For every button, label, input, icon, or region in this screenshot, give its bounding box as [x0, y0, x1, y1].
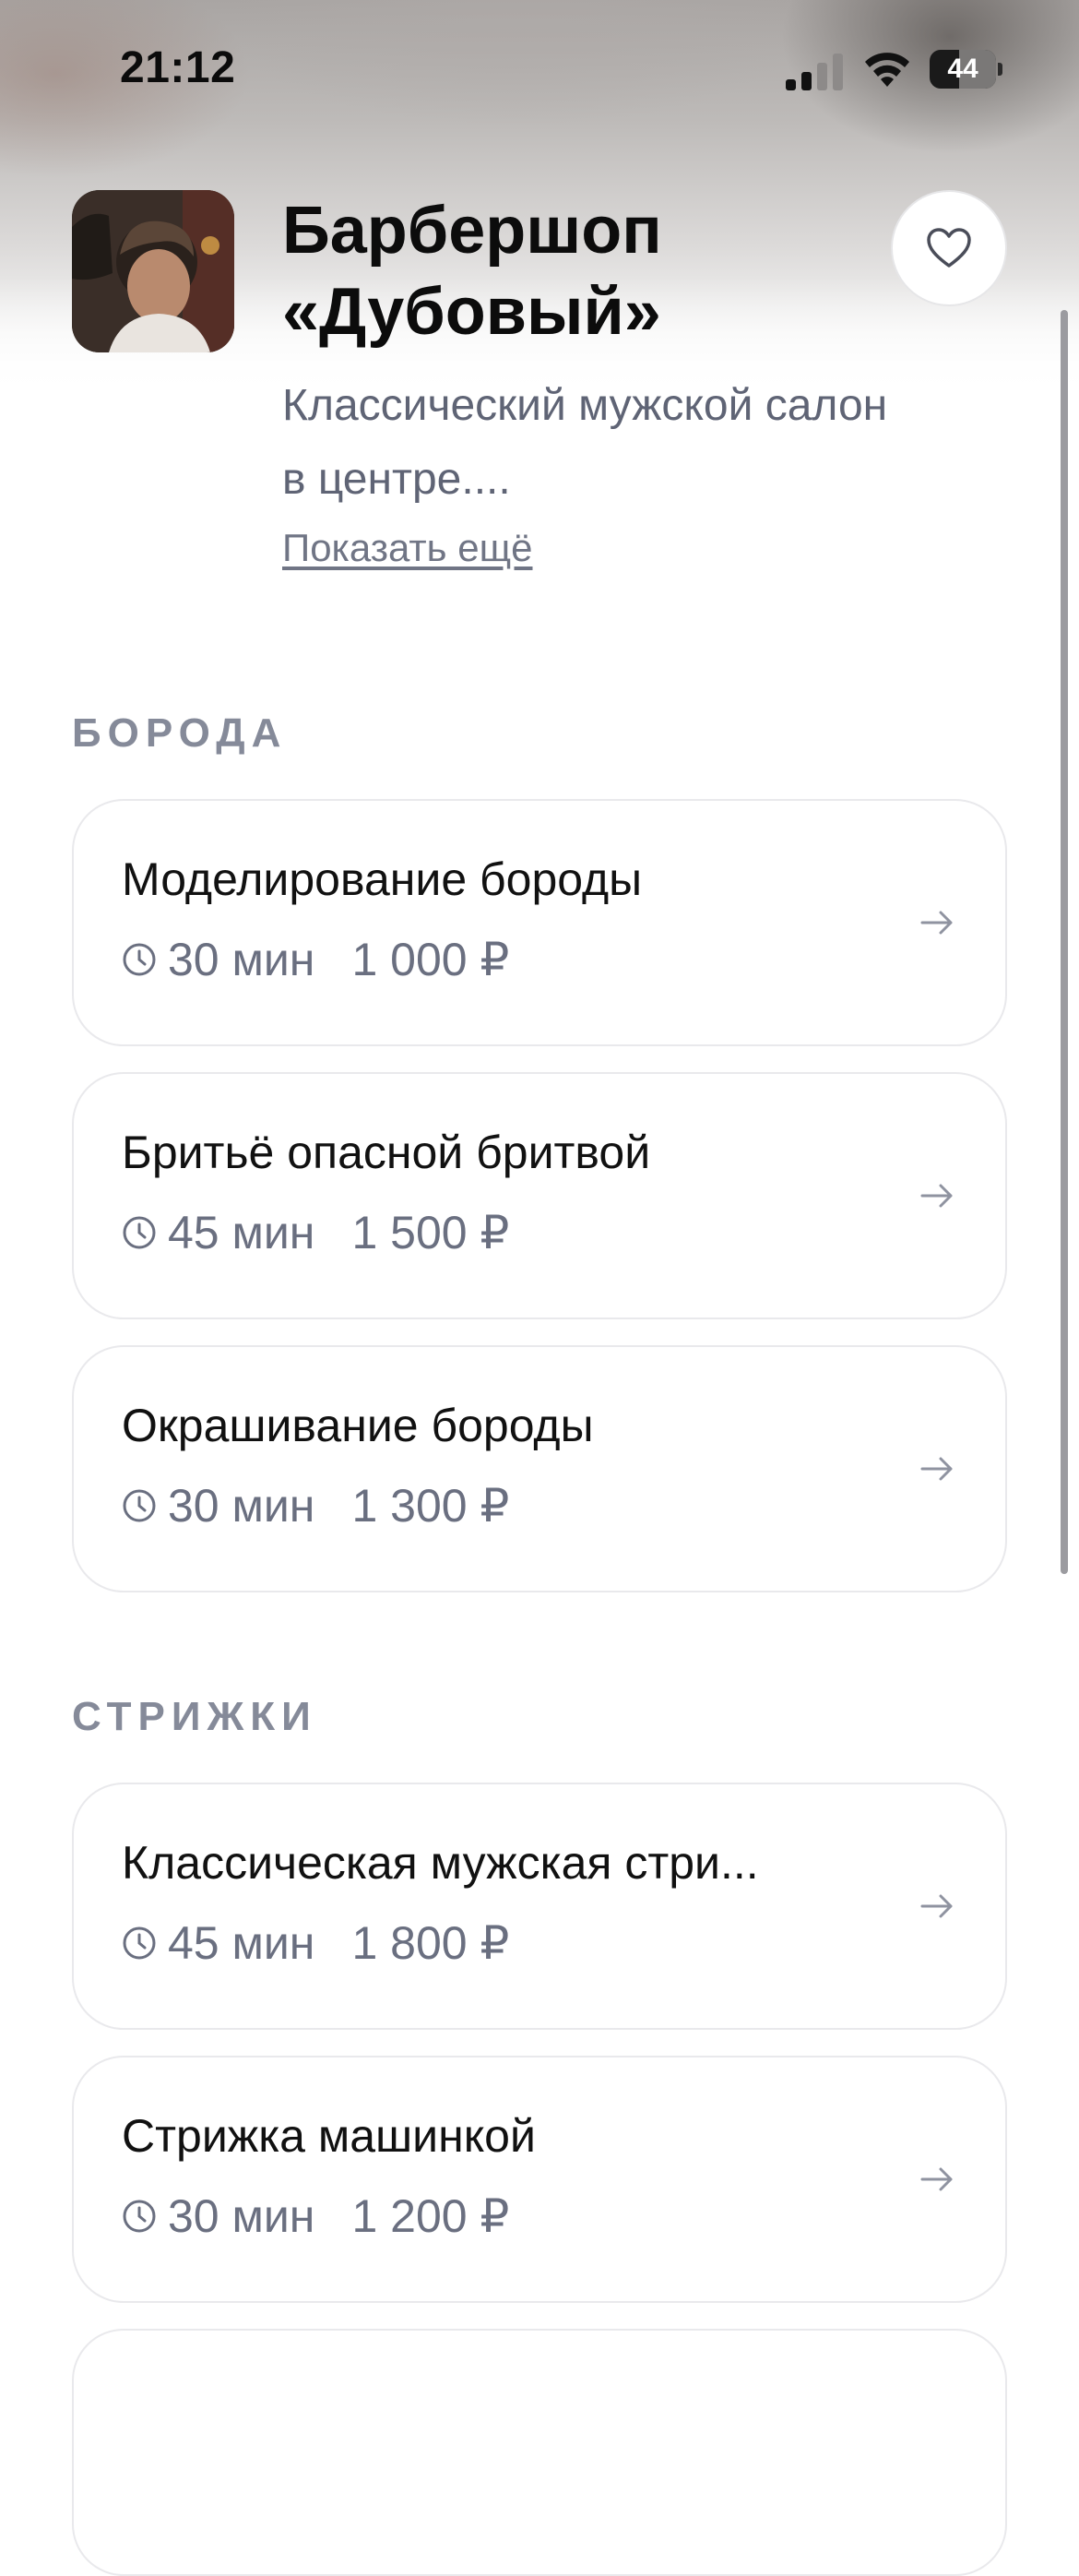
service-card[interactable]: Моделирование бороды 30 мин 1 000 ₽ [72, 799, 1007, 1046]
service-name: Классическая мужская стри... [122, 1837, 759, 1889]
service-duration: 30 мин [168, 934, 315, 985]
status-bar: 21:12 44 [0, 0, 1079, 138]
service-name: Моделирование бороды [122, 853, 643, 905]
battery-level: 44 [947, 54, 978, 84]
service-meta: 30 мин 1 200 ₽ [122, 2188, 509, 2244]
clock-icon [123, 1216, 156, 1249]
service-duration: 45 мин [168, 1917, 315, 1969]
service-name: Бритьё опасной бритвой [122, 1127, 651, 1178]
service-meta: 30 мин 1 300 ₽ [122, 1478, 509, 1533]
salon-avatar [72, 190, 234, 352]
arrow-right-icon [920, 1184, 953, 1208]
section-title-beard: БОРОДА [72, 710, 288, 756]
service-card[interactable]: Бритьё опасной бритвой 45 мин 1 500 ₽ [72, 1072, 1007, 1319]
clock-icon [123, 943, 156, 976]
clock-icon [123, 1489, 156, 1522]
service-card[interactable]: Стрижка машинкой 30 мин 1 200 ₽ [72, 2056, 1007, 2303]
service-price: 1 800 ₽ [351, 1917, 510, 1969]
signal-icon [786, 54, 843, 90]
service-card-partial[interactable] [72, 2329, 1007, 2576]
arrow-right-icon [920, 2167, 953, 2191]
service-price: 1 200 ₽ [351, 2190, 510, 2242]
salon-name: Барбершоп «Дубовый» [282, 194, 662, 349]
wifi-icon [865, 53, 909, 87]
service-price: 1 300 ₽ [351, 1480, 510, 1532]
favorite-button[interactable] [891, 190, 1007, 306]
service-price: 1 500 ₽ [351, 1207, 510, 1258]
service-meta: 45 мин 1 500 ₽ [122, 1205, 509, 1260]
arrow-right-icon [920, 911, 953, 935]
section-title-haircuts: СТРИЖКИ [72, 1694, 317, 1739]
arrow-right-icon [920, 1457, 953, 1481]
clock-icon [123, 1926, 156, 1960]
battery-icon: 44 [930, 50, 1003, 89]
scroll-indicator[interactable] [1061, 310, 1068, 1574]
service-name: Окрашивание бороды [122, 1400, 594, 1451]
service-card[interactable]: Классическая мужская стри... 45 мин 1 80… [72, 1783, 1007, 2030]
service-price: 1 000 ₽ [351, 934, 510, 985]
service-duration: 45 мин [168, 1207, 315, 1258]
arrow-right-icon [920, 1894, 953, 1918]
show-more-link[interactable]: Показать ещё [282, 526, 532, 570]
service-duration: 30 мин [168, 2190, 315, 2242]
status-time: 21:12 [120, 43, 236, 92]
service-meta: 30 мин 1 000 ₽ [122, 932, 509, 987]
service-meta: 45 мин 1 800 ₽ [122, 1915, 509, 1971]
service-card[interactable]: Окрашивание бороды 30 мин 1 300 ₽ [72, 1345, 1007, 1592]
heart-icon [927, 228, 971, 268]
clock-icon [123, 2200, 156, 2233]
service-duration: 30 мин [168, 1480, 315, 1532]
salon-description: Классический мужской салон в центре.... [282, 381, 888, 504]
service-name: Стрижка машинкой [122, 2110, 536, 2162]
